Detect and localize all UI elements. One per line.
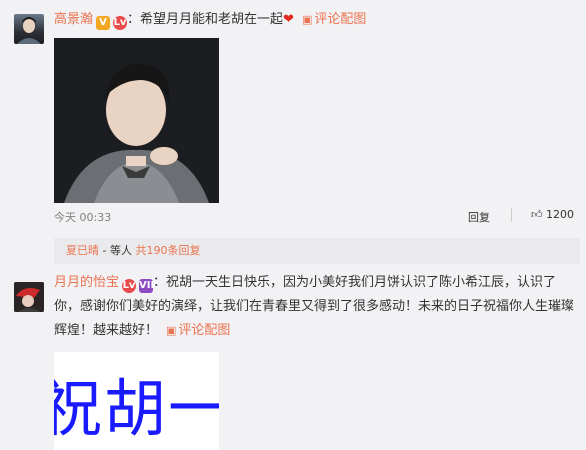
comment-picture-link[interactable]: ▣ 评论配图 xyxy=(166,323,230,338)
sub-replies-bar[interactable]: 夏已晴 - 等人 共190条回复 xyxy=(54,238,580,264)
like-button[interactable]: 👍︎ 1200 xyxy=(531,208,574,221)
vip-badge-icon: VIP xyxy=(139,279,158,293)
avatar[interactable] xyxy=(14,282,44,312)
comment-line: 高景瀚 V Lv：希望月月能和老胡在一起❤ ▣ 评论配图 xyxy=(54,9,576,31)
sub-reply-text: - 等人 xyxy=(102,244,132,257)
username[interactable]: 高景瀚 xyxy=(54,12,93,27)
level-badge-icon: Lv xyxy=(122,279,137,293)
more-replies-link[interactable]: 共190条回复 xyxy=(135,244,200,257)
image-icon: ▣ xyxy=(166,324,177,337)
reply-button[interactable]: 回复 xyxy=(468,209,490,225)
username[interactable]: 月月的怡宝 xyxy=(54,275,119,290)
avatar-image xyxy=(17,17,41,44)
comment-line: 月月的怡宝 Lv VIP：祝胡一天生日快乐，因为小美好我们月饼认识了陈小希江辰，认识… xyxy=(54,271,580,343)
comment-text: ：希望月月能和老胡在一起 xyxy=(127,12,284,27)
timestamp: 今天 00:33 xyxy=(54,211,112,224)
heart-icon: ❤ xyxy=(283,12,294,27)
avatar[interactable] xyxy=(14,14,44,44)
level-badge-icon: Lv xyxy=(113,16,128,30)
comment-photo[interactable]: 祝胡一天 xyxy=(54,352,219,450)
comment-meta: 今天 00:33 回复 👍︎ 1200 xyxy=(54,206,574,226)
like-count: 1200 xyxy=(546,208,574,221)
comment-item: 高景瀚 V Lv：希望月月能和老胡在一起❤ ▣ 评论配图 今天 00:33 回复 👍︎ … xyxy=(0,0,586,264)
divider xyxy=(511,208,512,222)
thumbs-up-icon: 👍︎ xyxy=(531,208,546,221)
comment-picture-link[interactable]: ▣ 评论配图 xyxy=(302,12,366,27)
comment-photo[interactable] xyxy=(54,38,219,203)
verified-badge-icon: V xyxy=(96,16,111,30)
avatar-image xyxy=(14,282,44,312)
portrait-image xyxy=(54,38,219,203)
image-icon: ▣ xyxy=(301,13,313,26)
sub-reply-user[interactable]: 夏已晴 xyxy=(66,244,99,257)
image-text: 祝胡一天 xyxy=(54,372,219,445)
